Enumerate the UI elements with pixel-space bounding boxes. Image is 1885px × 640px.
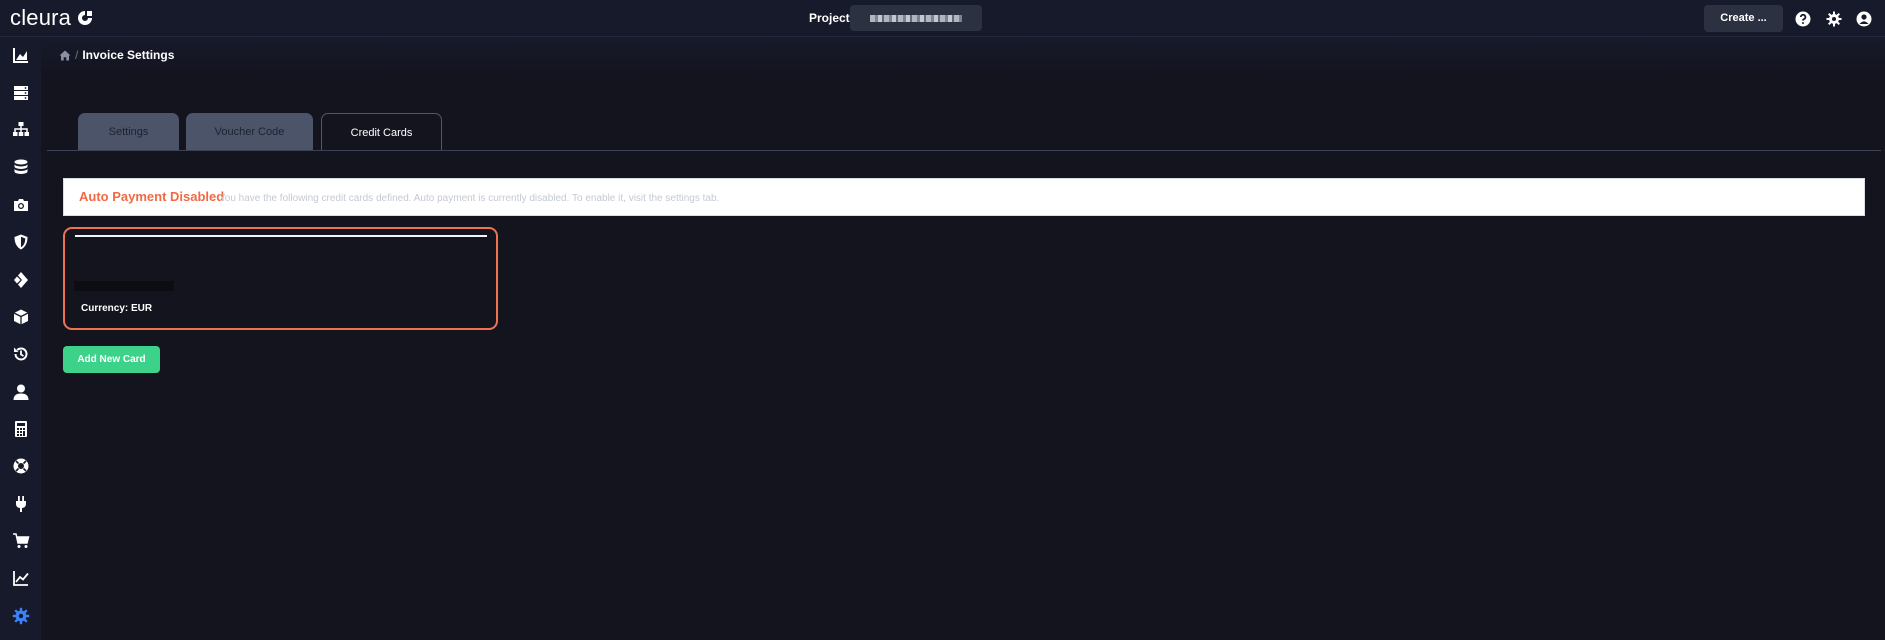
- project-selector[interactable]: [850, 5, 982, 31]
- card-number-redacted: [74, 281, 174, 291]
- cube-icon[interactable]: [12, 308, 30, 326]
- settings-gear-icon[interactable]: [12, 607, 30, 625]
- support-icon[interactable]: [12, 457, 30, 475]
- storage-icon[interactable]: [12, 158, 30, 176]
- calculator-icon[interactable]: [12, 420, 30, 438]
- alert-title: Auto Payment Disabled: [79, 189, 225, 204]
- add-new-card-button[interactable]: Add New Card: [63, 346, 160, 373]
- help-icon[interactable]: [1795, 11, 1811, 27]
- camera-icon[interactable]: [12, 196, 30, 214]
- plug-icon[interactable]: [12, 495, 30, 513]
- breadcrumb: / Invoice Settings: [59, 48, 174, 62]
- credit-card[interactable]: Currency: EUR: [63, 227, 498, 330]
- layers-icon[interactable]: [12, 271, 30, 289]
- network-icon[interactable]: [12, 121, 30, 139]
- user-icon[interactable]: [12, 383, 30, 401]
- tab-settings[interactable]: Settings: [78, 113, 179, 151]
- cart-icon[interactable]: [12, 532, 30, 550]
- tab-voucher-code[interactable]: Voucher Code: [186, 113, 313, 151]
- project-label: Project: [809, 11, 850, 25]
- logo[interactable]: cleura: [10, 5, 94, 31]
- tab-divider: [47, 150, 1881, 151]
- auto-payment-alert: Auto Payment Disabled You have the follo…: [63, 178, 1865, 216]
- servers-icon[interactable]: [12, 84, 30, 102]
- top-bar: cleura Project Create ...: [0, 0, 1885, 37]
- settings-gear-icon[interactable]: [1826, 11, 1842, 27]
- account-icon[interactable]: [1856, 11, 1872, 27]
- page-title: Invoice Settings: [82, 48, 175, 62]
- sidebar: [0, 37, 41, 640]
- analytics-icon[interactable]: [12, 569, 30, 587]
- shield-icon[interactable]: [12, 233, 30, 251]
- breadcrumb-separator: /: [75, 48, 79, 62]
- breadcrumb-band: [41, 37, 1885, 77]
- card-currency: Currency: EUR: [81, 303, 153, 314]
- create-button[interactable]: Create ...: [1704, 5, 1783, 32]
- logo-text: cleura: [10, 5, 72, 30]
- card-top-rule: [75, 235, 487, 237]
- logo-mark-icon: [78, 11, 93, 25]
- home-icon[interactable]: [59, 50, 71, 61]
- tab-credit-cards[interactable]: Credit Cards: [321, 113, 442, 151]
- history-icon[interactable]: [12, 345, 30, 363]
- alert-message: You have the following credit cards defi…: [219, 193, 720, 204]
- dashboard-chart-icon[interactable]: [12, 46, 30, 64]
- project-name-redacted: [870, 15, 962, 22]
